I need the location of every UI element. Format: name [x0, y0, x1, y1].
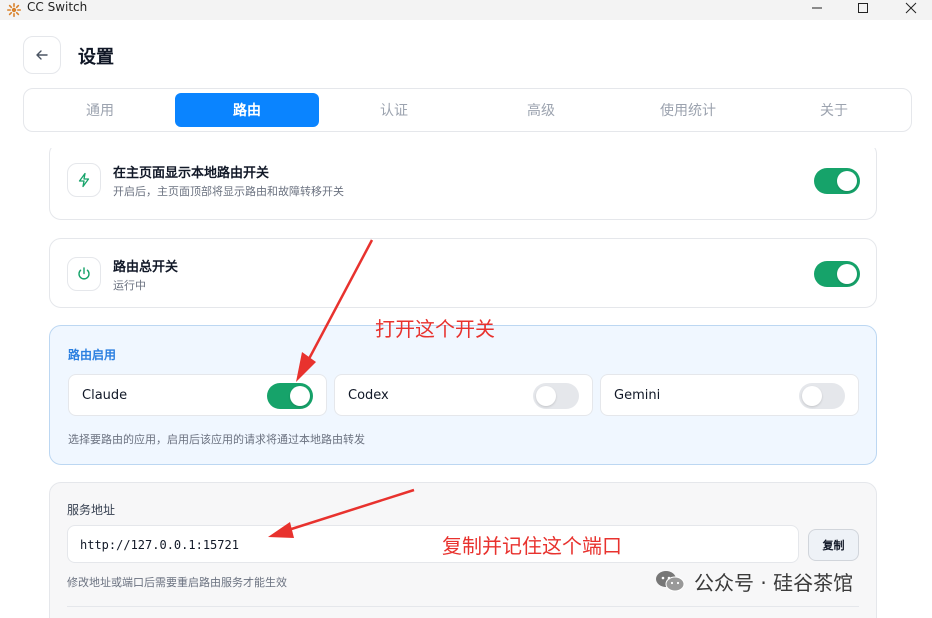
arrow-left-icon	[36, 50, 48, 60]
master-switch-title: 路由总开关	[113, 260, 179, 275]
app-name-codex: Codex	[348, 388, 389, 403]
settings-tabs: 通用 路由 认证 高级 使用统计 关于	[23, 88, 912, 132]
watermark-text: 公众号 · 硅谷茶馆	[694, 570, 854, 595]
codex-route-toggle[interactable]	[533, 383, 579, 409]
minimize-button[interactable]	[794, 0, 840, 16]
service-address-label: 服务地址	[67, 503, 116, 517]
close-icon	[905, 2, 917, 14]
routing-enable-section: 路由启用 Claude Codex Gemini 选择要路由的应用，启用后该应用…	[49, 325, 877, 465]
app-card-claude: Claude	[68, 374, 327, 416]
lightning-icon	[67, 163, 101, 197]
wechat-icon	[656, 571, 685, 592]
master-switch-toggle[interactable]	[814, 261, 860, 287]
window-title: CC Switch	[27, 0, 88, 14]
tab-about[interactable]: 关于	[762, 93, 906, 127]
port-annotation: 复制并记住这个端口	[442, 534, 622, 558]
routing-hint: 选择要路由的应用，启用后该应用的请求将通过本地路由转发	[68, 433, 365, 446]
app-name-gemini: Gemini	[614, 388, 661, 403]
master-switch-status: 运行中	[113, 279, 146, 292]
master-switch-card: 路由总开关 运行中	[49, 238, 877, 308]
page-title: 设置	[78, 47, 114, 68]
gemini-route-toggle[interactable]	[799, 383, 845, 409]
tab-auth[interactable]: 认证	[322, 93, 466, 127]
app-card-codex: Codex	[334, 374, 593, 416]
service-address-field[interactable]: http://127.0.0.1:15721	[67, 525, 799, 563]
app-name-claude: Claude	[82, 388, 128, 403]
app-card-gemini: Gemini	[600, 374, 859, 416]
tab-general[interactable]: 通用	[28, 93, 172, 127]
show-toggle-title: 在主页面显示本地路由开关	[113, 166, 270, 181]
show-toggle-card: 在主页面显示本地路由开关 开启后，主页面顶部将显示路由和故障转移开关	[49, 148, 877, 220]
close-button[interactable]	[888, 0, 932, 16]
claude-route-toggle[interactable]	[267, 383, 313, 409]
routing-heading: 路由启用	[68, 348, 117, 362]
tab-usage-stats[interactable]: 使用统计	[616, 93, 760, 127]
tab-routing[interactable]: 路由	[175, 93, 319, 127]
maximize-icon	[858, 3, 868, 13]
copy-button[interactable]: 复制	[808, 529, 859, 561]
show-toggle-subtitle: 开启后，主页面顶部将显示路由和故障转移开关	[113, 185, 344, 198]
app-logo-icon	[6, 2, 22, 18]
scrollbar[interactable]	[902, 156, 908, 618]
minimize-icon	[812, 7, 822, 9]
title-bar: CC Switch	[0, 0, 932, 20]
back-button[interactable]	[23, 36, 61, 74]
service-address-hint: 修改地址或端口后需要重启路由服务才能生效	[67, 576, 287, 589]
show-toggle-switch[interactable]	[814, 168, 860, 194]
divider	[67, 606, 859, 607]
tab-advanced[interactable]: 高级	[469, 93, 613, 127]
maximize-button[interactable]	[840, 0, 886, 16]
power-icon	[67, 257, 101, 291]
watermark: 公众号 · 硅谷茶馆	[654, 566, 853, 596]
toggle-annotation: 打开这个开关	[375, 317, 495, 341]
